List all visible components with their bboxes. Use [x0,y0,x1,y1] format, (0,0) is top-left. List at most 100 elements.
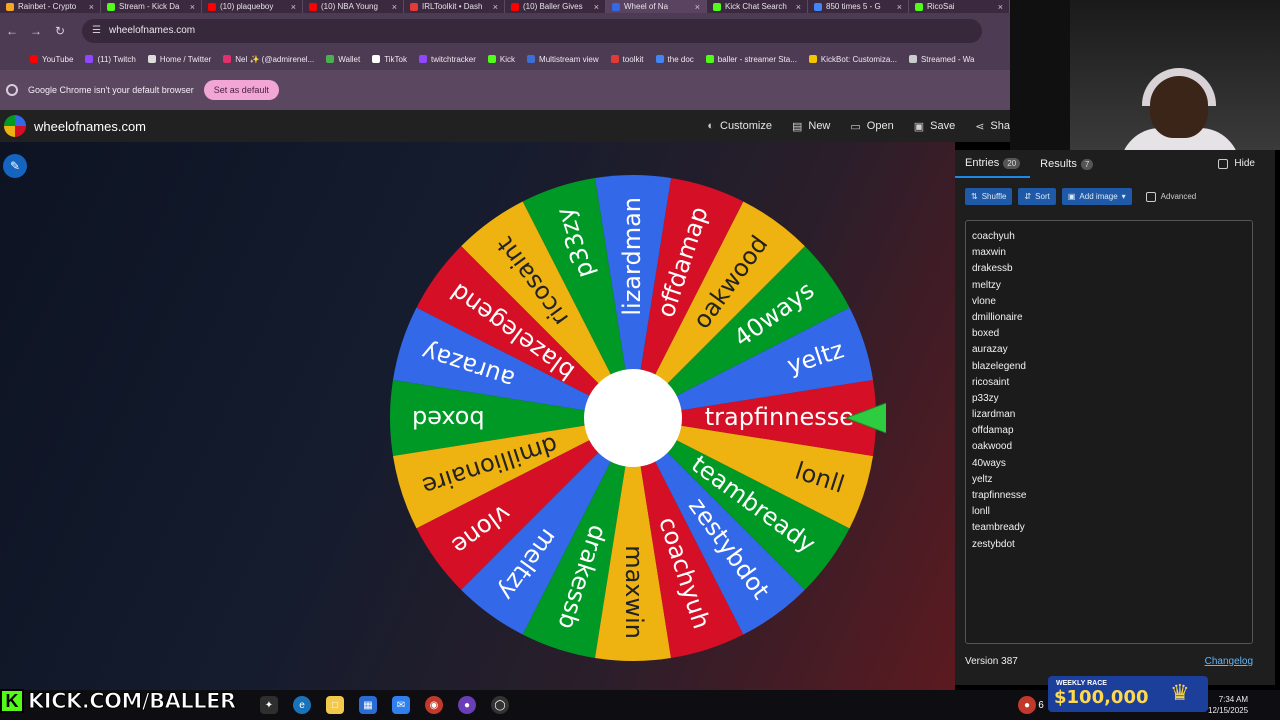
set-default-button[interactable]: Set as default [203,80,279,100]
browser-tab[interactable]: Stream - Kick Da × [101,0,202,13]
bookmark-favicon-icon [705,55,714,63]
browser-tab[interactable]: RicoSai × [909,0,1010,13]
close-tab-icon[interactable]: × [493,2,498,12]
site-name[interactable]: wheelofnames.com [34,119,146,134]
browser-tab[interactable]: Wheel of Na × [606,0,707,13]
chrome-icon [6,84,18,96]
close-tab-icon[interactable]: × [796,2,801,12]
bookmark-favicon-icon [908,55,917,63]
tab-favicon-icon [511,2,519,11]
close-tab-icon[interactable]: × [897,2,902,12]
hide-toggle[interactable]: Hide [1218,158,1255,169]
browser-tab[interactable]: Kick Chat Search × [707,0,808,13]
shuffle-icon: ⇅ [971,192,978,201]
menu-label: New [808,120,831,132]
close-tab-icon[interactable]: × [695,2,700,12]
edit-title-pencil-icon[interactable]: ✎ [3,154,27,178]
entries-textarea[interactable]: coachyuh maxwin drakessb meltzy vlone dmillio… [965,220,1253,644]
system-clock[interactable]: 7:34 AM 12/15/2025 [1208,694,1248,716]
chrome-taskbar-icon[interactable]: ◉ [425,696,443,714]
menu-open-button[interactable]: ▭ Open [850,120,893,133]
bookmark-favicon-icon [655,55,664,63]
bookmarks-bar: YouTube (11) Twitch Home / Twitter Nel ✨ (@… [0,48,1010,70]
close-tab-icon[interactable]: × [998,2,1003,12]
browser-tab[interactable]: IRLToolkit • Dash × [404,0,505,13]
bookmark-item[interactable]: Nel ✨ (@admirenel... [223,55,314,64]
bookmark-item[interactable]: Streamed - Wa [908,55,974,64]
site-info-icon[interactable]: ☰ [92,25,101,36]
entry-line: lonll [972,506,990,518]
tab-title: (10) plaqueboy [220,2,274,11]
changelog-link[interactable]: Changelog [1205,656,1253,667]
browser-tab[interactable]: (10) NBA Young × [303,0,404,13]
tab-entries[interactable]: Entries 20 [955,150,1031,178]
bookmark-item[interactable]: baller - streamer Sta... [705,55,797,64]
tab-title: (10) NBA Young [321,2,378,11]
bookmark-item[interactable]: Kick [487,55,515,64]
entry-line: oakwood [972,441,1013,453]
app-icon[interactable]: ◯ [491,696,509,714]
obs-icon[interactable]: ● [458,696,476,714]
entry-line: boxed [972,328,1000,340]
url-input[interactable]: ☰ wheelofnames.com [82,18,982,43]
url-text: wheelofnames.com [108,25,196,36]
file-explorer-icon[interactable]: □ [326,696,344,714]
bookmark-item[interactable]: KickBot: Customiza... [808,55,897,64]
store-icon[interactable]: ▦ [359,696,377,714]
menu-label: Customize [720,120,772,132]
image-icon: ▣ [1067,192,1076,201]
copilot-icon[interactable]: ✦ [260,696,278,714]
bookmark-item[interactable]: Multistream view [527,55,599,64]
mail-icon[interactable]: ✉ [392,696,410,714]
menu-sha-button[interactable]: ⋖ Sha [975,120,1010,133]
wheel-center-hub[interactable] [584,369,682,467]
bookmark-favicon-icon [487,55,496,63]
close-tab-icon[interactable]: × [291,2,296,12]
bookmark-item[interactable]: the doc [655,55,694,64]
tray-icon[interactable]: ● [1018,696,1036,714]
share-icon: ⋖ [975,120,985,133]
advanced-toggle[interactable]: Advanced [1145,191,1196,202]
tab-results[interactable]: Results 7 [1030,150,1103,178]
tab-favicon-icon [107,2,115,11]
menu-customize-button[interactable]: ◐ Customize [707,120,772,132]
kick-overlay-banner: K KICK.COM/BALLER [0,688,237,714]
forward-icon[interactable]: → [28,24,44,38]
file-icon: ▤ [791,120,803,133]
close-tab-icon[interactable]: × [594,2,599,12]
browser-tab[interactable]: 850 times 5 - G × [808,0,909,13]
advanced-checkbox[interactable] [1145,191,1156,202]
hide-checkbox[interactable] [1218,158,1229,169]
close-tab-icon[interactable]: × [89,2,94,12]
bookmark-favicon-icon [30,55,38,63]
edge-icon[interactable]: e [293,696,311,714]
entry-line: zestybdot [972,538,1015,550]
site-logo-icon[interactable] [4,115,26,137]
sort-button[interactable]: ⇵ Sort [1018,188,1056,205]
bookmark-item[interactable]: twitchtracker [419,55,476,64]
bookmark-label: TikTok [384,54,408,64]
close-tab-icon[interactable]: × [190,2,195,12]
add-image-button[interactable]: ▣ Add image ▾ [1061,188,1132,205]
wheel-segment-label: lizardman [618,197,646,316]
bookmark-item[interactable]: Home / Twitter [147,55,211,64]
close-tab-icon[interactable]: × [392,2,397,12]
bookmark-item[interactable]: toolkit [610,55,644,64]
bookmark-item[interactable]: Wallet [326,55,360,64]
back-icon[interactable]: ← [4,24,20,38]
menu-save-button[interactable]: ▣ Save [914,120,955,133]
bookmark-item[interactable]: YouTube [30,55,73,64]
browser-tab[interactable]: Rainbet - Crypto × [0,0,101,13]
bookmark-item[interactable]: (11) Twitch [85,55,136,64]
webcam-overlay [1010,0,1280,150]
browser-tab[interactable]: (10) Baller Gives × [505,0,606,13]
browser-tab[interactable]: (10) plaqueboy × [202,0,303,13]
shuffle-button[interactable]: ⇅ Shuffle [965,188,1013,205]
entry-line: coachyuh [972,231,1015,242]
menu-new-button[interactable]: ▤ New [792,120,830,133]
entry-line: meltzy [972,279,1001,291]
name-wheel[interactable]: yeltz40waysoakwoodoffdamaplizardmanp33zy… [380,173,886,673]
reload-icon[interactable]: ↻ [52,24,68,38]
bookmark-item[interactable]: TikTok [372,55,407,64]
wheel-segment-label: boxed [412,405,485,433]
